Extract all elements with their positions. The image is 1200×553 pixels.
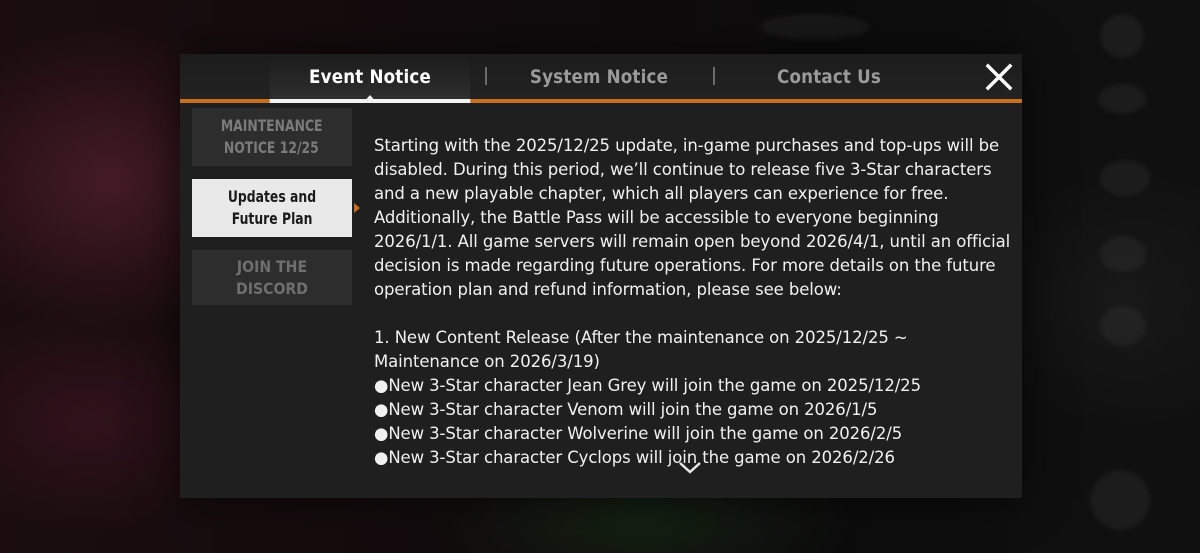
sidebar-item-join-discord[interactable]: JOIN THE DISCORD	[192, 250, 352, 305]
sidebar-item-maintenance-notice[interactable]: MAINTENANCE NOTICE 12/25	[192, 108, 352, 166]
sidebar-item-updates-future-plan[interactable]: Updates and Future Plan	[192, 179, 360, 237]
notice-sidebar: MAINTENANCE NOTICE 12/25 Updates and Fut…	[192, 108, 360, 318]
tab-divider	[713, 67, 715, 85]
list-item: New 3-Star character Jean Grey will join…	[374, 374, 1014, 398]
chevron-down-icon	[679, 462, 701, 474]
tab-divider	[485, 67, 487, 85]
sidebar-item-label: NOTICE 12/25	[224, 138, 320, 157]
list-item: New 3-Star character Wolverine will join…	[374, 422, 1014, 446]
list-item: New 3-Star character Venom will join the…	[374, 398, 1014, 422]
tab-label: Event Notice	[309, 65, 431, 88]
tab-label: System Notice	[529, 65, 669, 88]
tab-label: Contact Us	[777, 65, 881, 88]
tab-bar: Event Notice System Notice Contact Us	[180, 54, 1022, 103]
sidebar-item-label: Future Plan	[231, 209, 313, 228]
sidebar-item-label: Updates and	[227, 187, 317, 206]
section-heading: 1. New Content Release (After the mainte…	[374, 328, 908, 371]
sidebar-item-label: MAINTENANCE	[221, 116, 323, 135]
notice-content: Starting with the 2025/12/25 update, in-…	[374, 134, 1014, 470]
tab-contact-us[interactable]: Contact Us	[731, 54, 926, 99]
active-tab-indicator	[365, 95, 375, 100]
sidebar-item-label: JOIN THE DISCORD	[236, 256, 308, 298]
tab-system-notice[interactable]: System Notice	[501, 54, 696, 99]
close-icon	[985, 63, 1013, 91]
notice-dialog: Event Notice System Notice Contact Us MA…	[180, 54, 1022, 498]
close-button[interactable]	[984, 62, 1014, 92]
tab-event-notice[interactable]: Event Notice	[269, 54, 471, 103]
scroll-down-indicator[interactable]	[678, 460, 702, 474]
intro-paragraph: Starting with the 2025/12/25 update, in-…	[374, 136, 1011, 299]
